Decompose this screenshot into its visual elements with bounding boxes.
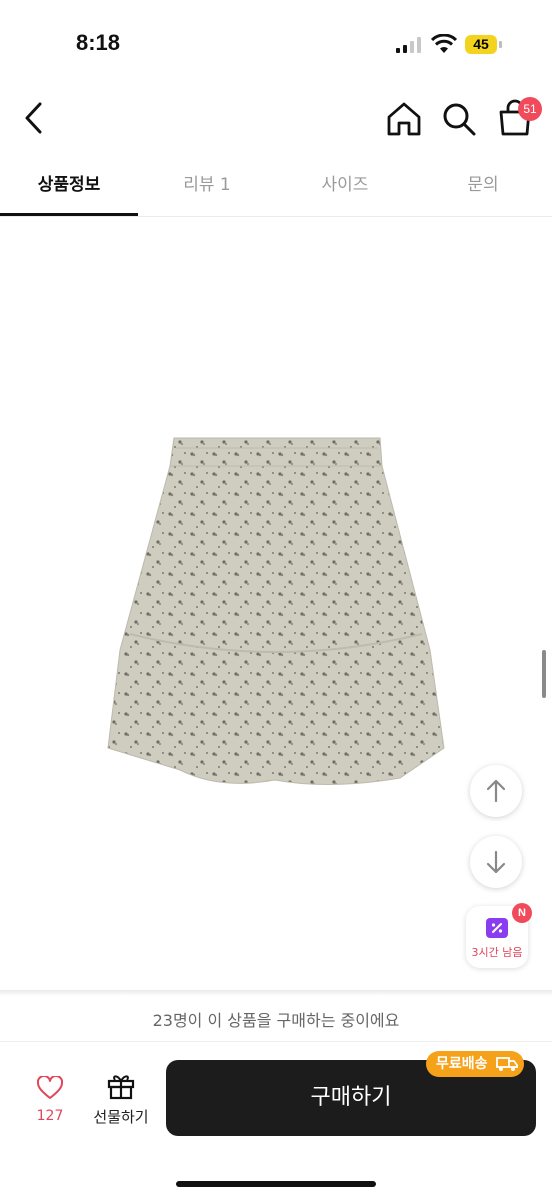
tab-reviews[interactable]: 리뷰 1 bbox=[138, 160, 276, 216]
gift-button[interactable]: 선물하기 bbox=[88, 1070, 154, 1130]
gift-icon bbox=[107, 1075, 135, 1100]
battery-icon: 45 bbox=[465, 35, 503, 54]
status-time: 8:18 bbox=[76, 30, 121, 55]
like-count: 127 bbox=[36, 1108, 64, 1124]
arrow-up-icon bbox=[486, 779, 506, 803]
scroll-up-button[interactable] bbox=[470, 765, 522, 817]
tab-inquiry[interactable]: 문의 bbox=[414, 160, 552, 216]
free-shipping-label: 무료배송 bbox=[436, 1056, 488, 1072]
back-icon[interactable] bbox=[18, 100, 54, 136]
divider bbox=[0, 1041, 552, 1042]
arrow-down-icon bbox=[486, 850, 506, 874]
bottom-divider bbox=[0, 990, 552, 996]
battery-level: 45 bbox=[473, 36, 489, 52]
tab-product-info[interactable]: 상품정보 bbox=[0, 160, 138, 216]
coupon-new-badge: N bbox=[512, 903, 532, 923]
coupon-timer: 3시간 남음 bbox=[471, 946, 523, 959]
wifi-icon bbox=[431, 34, 457, 53]
product-image bbox=[107, 437, 445, 786]
cart-badge: 51 bbox=[518, 97, 542, 121]
heart-icon bbox=[37, 1076, 63, 1099]
tab-underline bbox=[0, 213, 138, 216]
like-button[interactable]: 127 bbox=[26, 1072, 74, 1132]
tab-size[interactable]: 사이즈 bbox=[276, 160, 414, 216]
coupon-icon bbox=[486, 918, 508, 938]
battery-nub bbox=[499, 41, 502, 48]
buyers-count-text: 23명이 이 상품을 구매하는 중이에요 bbox=[152, 1011, 400, 1030]
home-indicator bbox=[176, 1181, 376, 1187]
truck-icon bbox=[496, 1057, 518, 1071]
search-icon[interactable] bbox=[440, 100, 478, 138]
home-icon[interactable] bbox=[384, 100, 424, 138]
tab-bar: 상품정보 리뷰 1 사이즈 문의 bbox=[0, 160, 552, 217]
scroll-indicator[interactable] bbox=[542, 650, 546, 698]
gift-label: 선물하기 bbox=[93, 1108, 149, 1126]
signal-icon bbox=[396, 37, 421, 53]
scroll-down-button[interactable] bbox=[470, 836, 522, 888]
free-shipping-badge: 무료배송 bbox=[426, 1051, 524, 1077]
